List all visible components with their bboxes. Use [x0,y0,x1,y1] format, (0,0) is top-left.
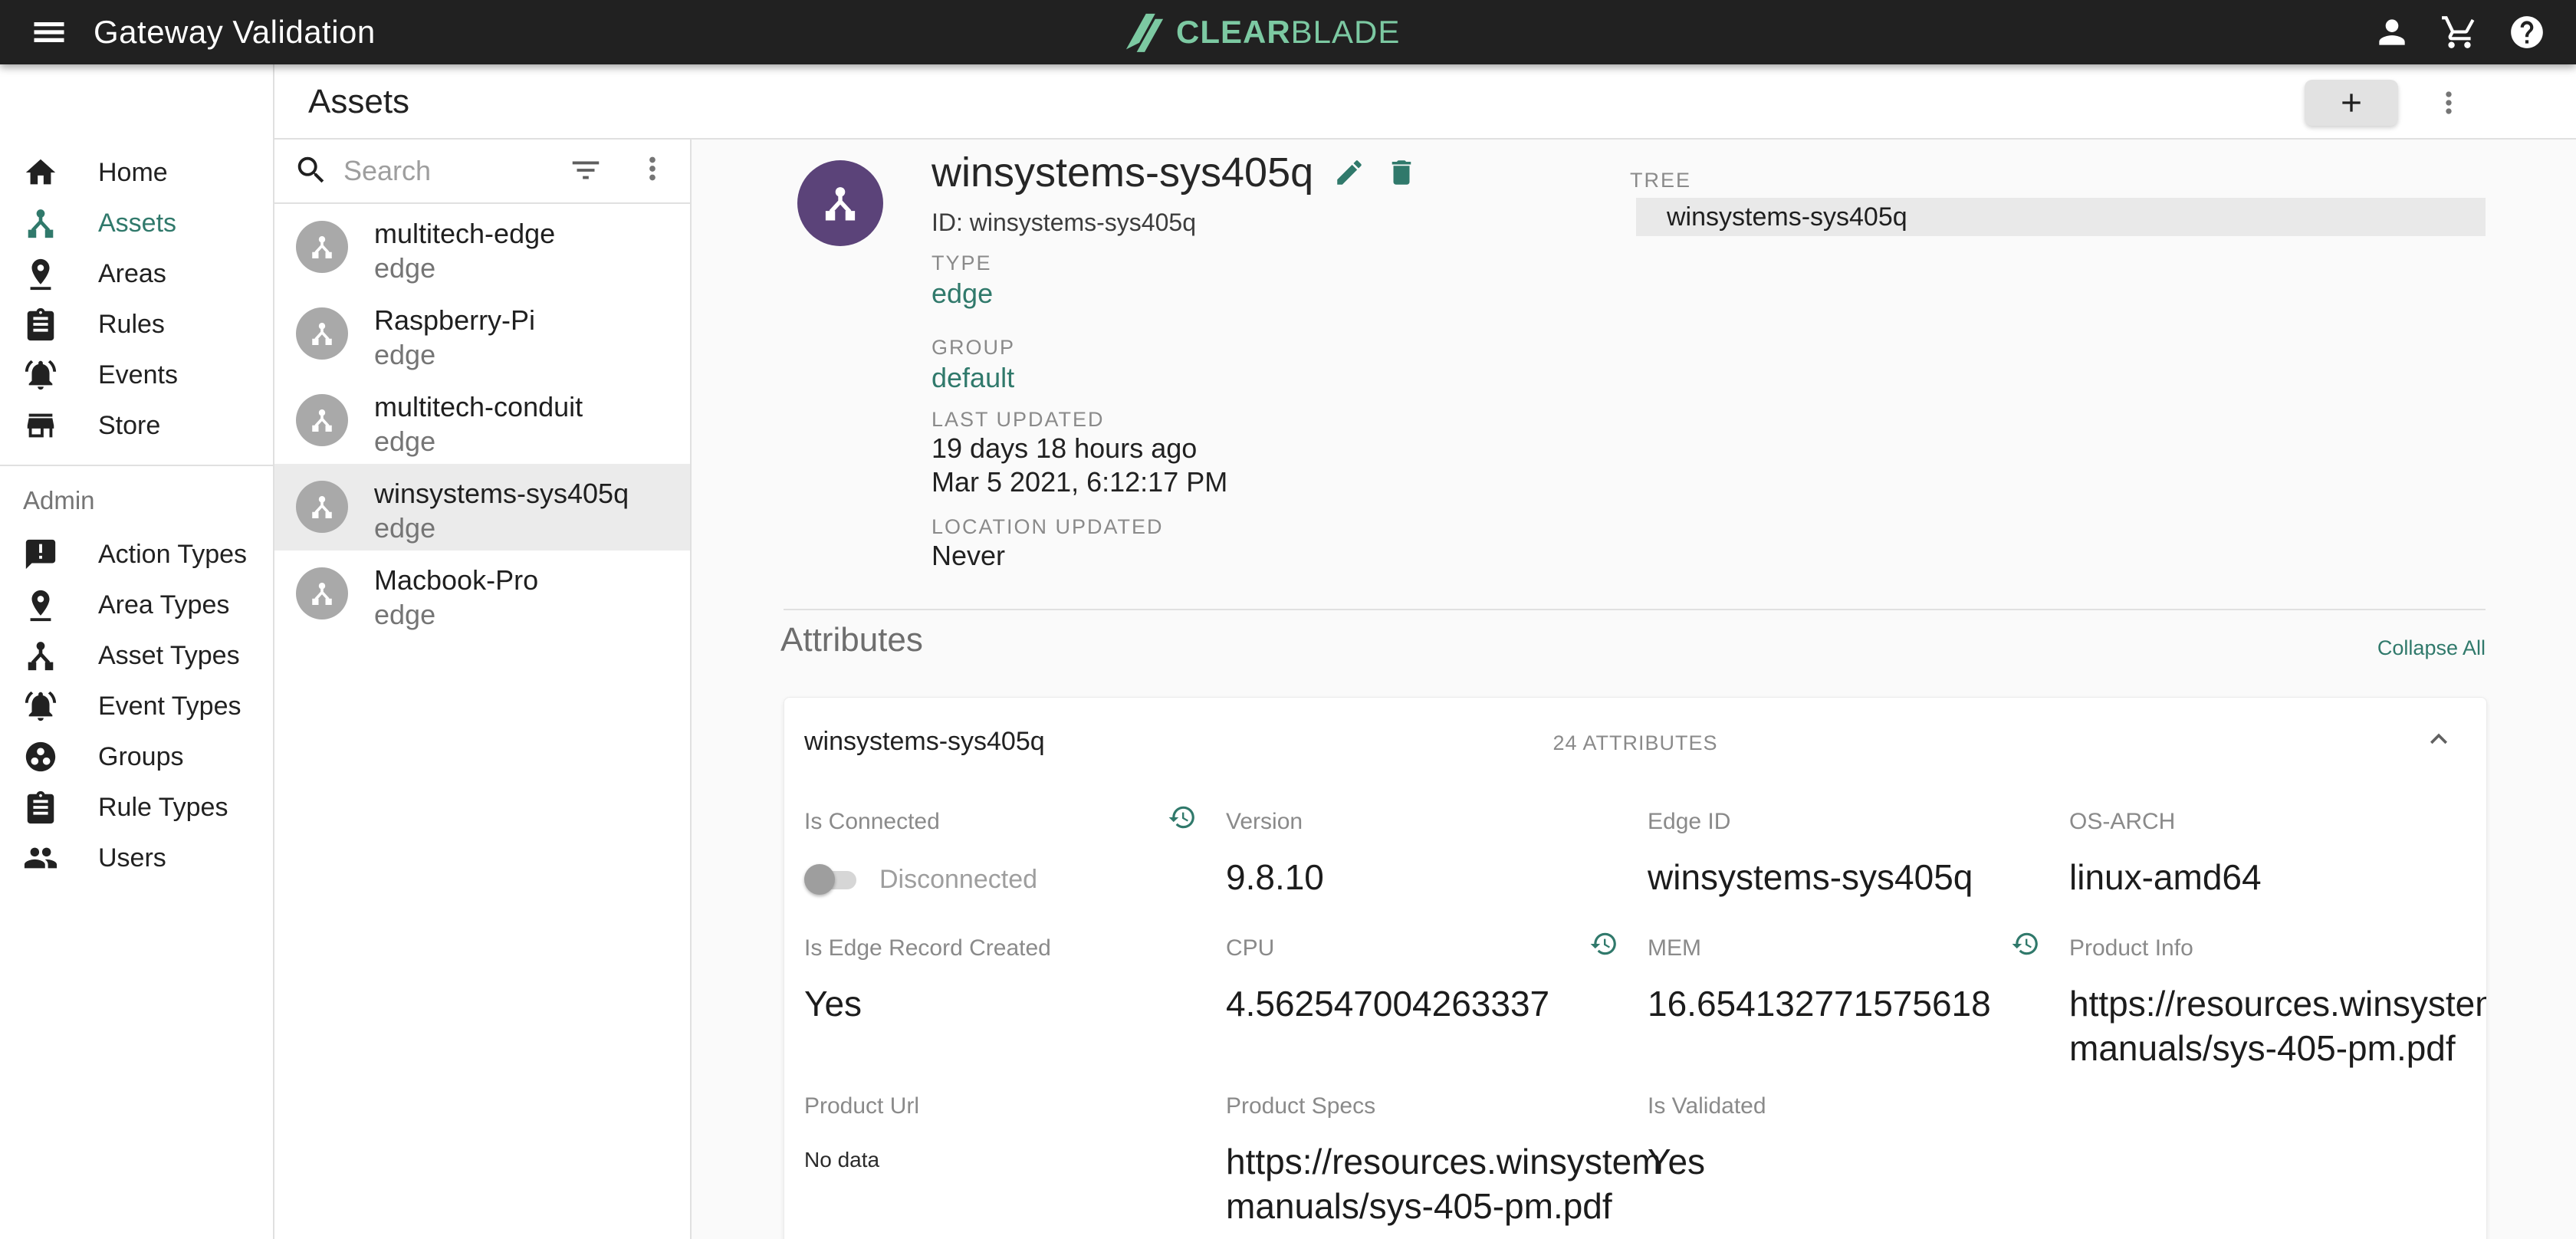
sidebar-item-assets[interactable]: Assets [0,198,273,248]
group-work-icon [23,739,58,774]
sidebar-item-users[interactable]: Users [0,833,273,883]
attribute-cell-product-info: Product Info https://resources.winsystem… [2069,934,2487,1070]
clipboard-icon [23,790,58,825]
asset-search-bar [274,138,690,204]
feedback-icon [23,537,58,572]
attribute-cell-product-specs: Product Specs https://resources.winsyste… [1226,1092,1625,1228]
page-title: Assets [308,83,409,121]
attribute-cell-os-arch: OS-ARCH linux-amd64 [2069,807,2487,899]
storefront-icon [23,408,58,443]
account-icon[interactable] [2372,12,2412,52]
attribute-cell-version: Version 9.8.10 [1226,807,1625,899]
is-connected-toggle[interactable] [804,864,859,895]
filter-icon[interactable] [568,153,603,188]
edit-icon[interactable] [1333,156,1365,189]
attributes-divider [784,609,2486,610]
asset-avatar [296,394,348,446]
clearblade-logo: CLEARBLADE [1121,0,1400,64]
asset-title: winsystems-sys405q [932,149,1313,196]
sidebar-item-area-types[interactable]: Area Types [0,580,273,630]
home-icon [23,155,58,190]
asset-detail-avatar [797,160,883,246]
asset-list-item-raspberry-pi[interactable]: Raspberry-Pi edge [274,291,690,377]
sidebar-item-asset-types[interactable]: Asset Types [0,630,273,681]
sidebar-item-groups[interactable]: Groups [0,731,273,782]
asset-list-item-winsystems-sys405q[interactable]: winsystems-sys405q edge [274,464,690,550]
sidebar-item-areas[interactable]: Areas [0,248,273,299]
attribute-cell-edge-id: Edge ID winsystems-sys405q [1648,807,2046,899]
clipboard-icon [23,307,58,342]
asset-list-item-multitech-conduit[interactable]: multitech-conduit edge [274,377,690,464]
attributes-card: winsystems-sys405q 24 ATTRIBUTES Is Conn… [784,697,2487,1239]
assets-menu-kebab-icon[interactable] [2429,81,2469,124]
attribute-cell-product-url: Product Url No data [804,1092,1203,1173]
last-updated-relative: 19 days 18 hours ago [932,432,1197,465]
history-icon[interactable] [2011,929,2040,958]
asset-avatar [296,307,348,360]
sidebar-item-events[interactable]: Events [0,350,273,400]
sidebar-item-store[interactable]: Store [0,400,273,451]
help-icon[interactable] [2507,12,2547,52]
location-updated-value: Never [932,540,1005,572]
asset-hub-icon [23,205,58,241]
sidebar-item-rule-types[interactable]: Rule Types [0,782,273,833]
attribute-cell-is-validated: Is Validated Yes [1648,1092,2046,1184]
history-icon[interactable] [1589,929,1618,958]
app-bar: Gateway Validation CLEARBLADE [0,0,2576,64]
type-value-link[interactable]: edge [932,278,993,310]
group-value-link[interactable]: default [932,362,1014,394]
bell-icon [23,357,58,393]
sidebar-item-home[interactable]: Home [0,147,273,198]
last-updated-timestamp: Mar 5 2021, 6:12:17 PM [932,466,1227,498]
search-icon [294,153,329,188]
location-updated-label: LOCATION UPDATED [932,515,1164,539]
tree-selected-item[interactable]: winsystems-sys405q [1636,198,2486,236]
sidebar: Home Assets Areas Rules Events Store [0,64,274,1239]
asset-list-panel: multitech-edge edge Raspberry-Pi edge mu… [274,138,692,1239]
assets-header: Assets [274,64,2576,140]
search-input[interactable] [342,149,560,193]
history-icon[interactable] [1168,803,1197,832]
logo-text-clear: CLEAR [1176,14,1291,50]
chevron-up-icon[interactable] [2422,722,2456,756]
tree-label: TREE [1630,169,1691,192]
place-pin-icon [23,256,58,291]
attribute-cell-is-connected: Is Connected Disconnected [804,807,1203,895]
asset-id-line: ID: winsystems-sys405q [932,209,1196,237]
attributes-count: 24 ATTRIBUTES [784,731,2486,755]
hamburger-menu-icon[interactable] [29,12,69,52]
sidebar-admin-label: Admin [23,486,273,515]
attribute-cell-is-edge-record-created: Is Edge Record Created Yes [804,934,1203,1026]
add-asset-button[interactable] [2305,80,2398,126]
place-pin-icon [23,587,58,623]
search-kebab-icon[interactable] [635,151,670,186]
people-icon [23,840,58,876]
sidebar-divider [0,465,273,466]
asset-detail-pane: winsystems-sys405q ID: winsystems-sys405… [692,138,2576,1239]
attribute-cell-cpu: CPU 4.562547004263337 [1226,934,1625,1026]
bell-icon [23,689,58,724]
sidebar-item-event-types[interactable]: Event Types [0,681,273,731]
asset-avatar [296,567,348,620]
delete-icon[interactable] [1385,156,1418,189]
is-connected-state: Disconnected [879,865,1037,895]
app-title: Gateway Validation [94,14,376,51]
logo-text-blade: BLADE [1291,14,1401,50]
collapse-all-link[interactable]: Collapse All [784,636,2486,660]
store-cart-icon[interactable] [2440,12,2479,52]
plus-icon [2336,87,2367,118]
attribute-cell-mem: MEM 16.654132771575618 [1648,934,2046,1026]
type-label: TYPE [932,251,992,275]
asset-avatar [296,481,348,533]
asset-hub-icon [23,638,58,673]
asset-list-item-multitech-edge[interactable]: multitech-edge edge [274,204,690,291]
gateway-validation-app: Gateway Validation CLEARBLADE [0,0,2576,1239]
group-label: GROUP [932,336,1015,360]
sidebar-item-rules[interactable]: Rules [0,299,273,350]
last-updated-label: LAST UPDATED [932,408,1105,432]
clearblade-logo-icon [1121,8,1168,56]
asset-list-item-macbook-pro[interactable]: Macbook-Pro edge [274,550,690,637]
sidebar-item-action-types[interactable]: Action Types [0,529,273,580]
asset-avatar [296,221,348,273]
